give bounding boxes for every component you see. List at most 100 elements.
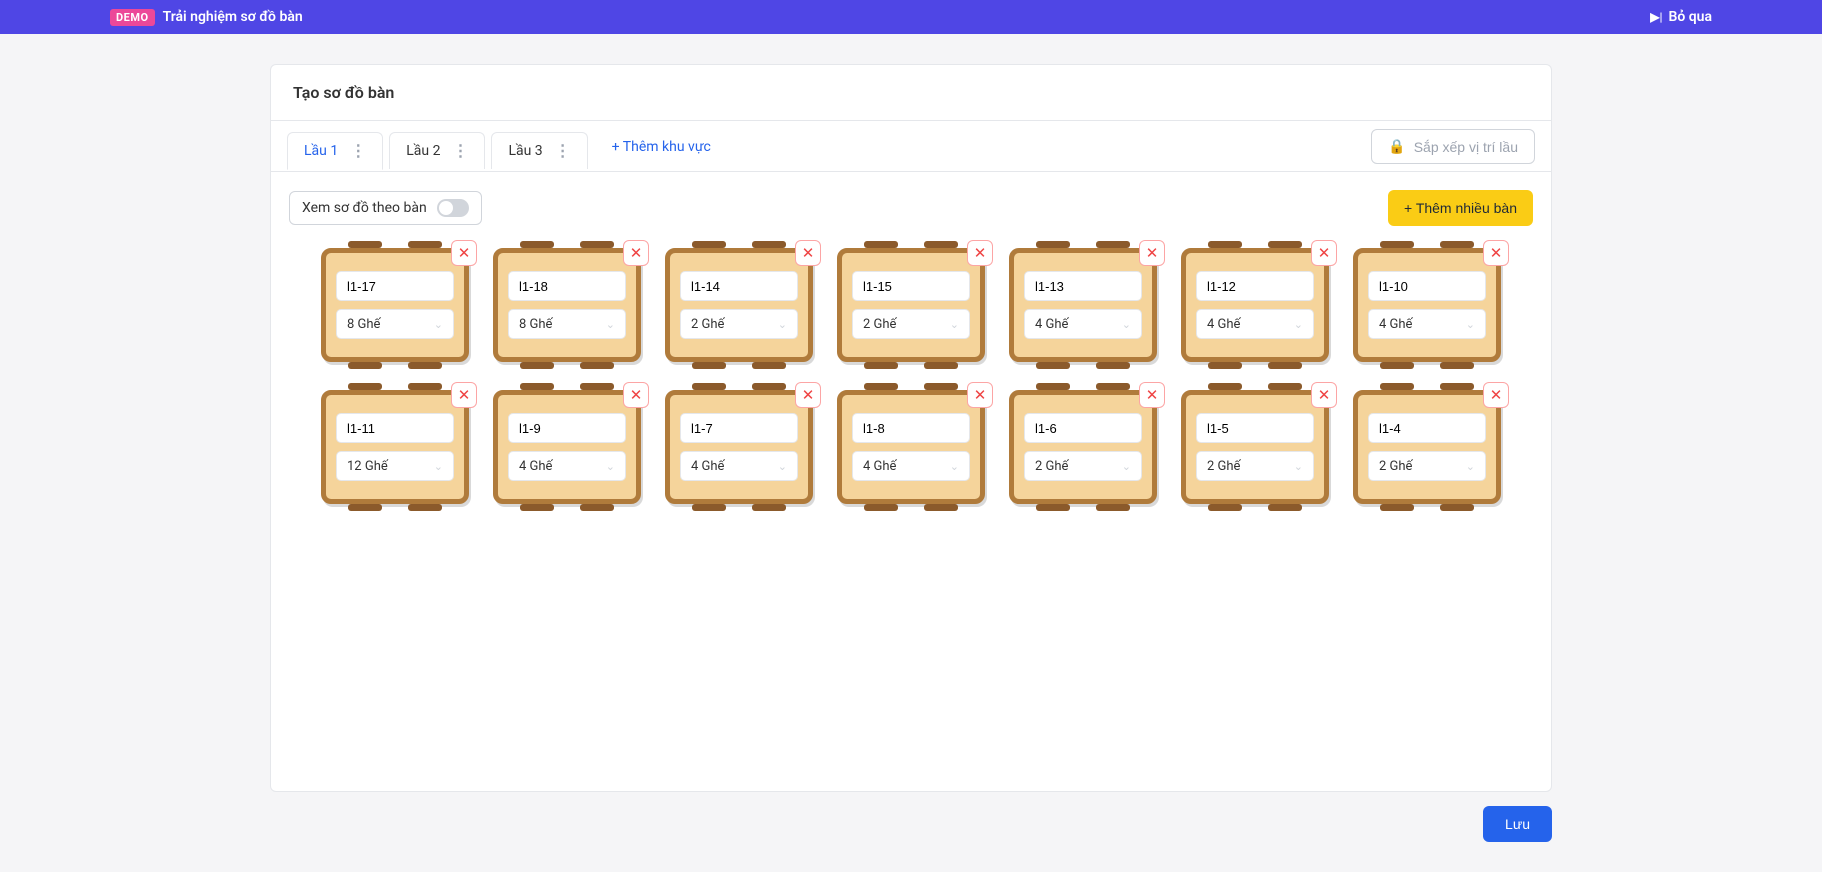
close-icon: ✕ [630,244,643,262]
chair-icon [1380,241,1414,248]
delete-table-button[interactable]: ✕ [1483,382,1509,408]
chevron-down-icon: ⌄ [606,318,615,331]
more-vertical-icon[interactable]: ⋮ [350,143,366,159]
seat-count-select[interactable]: 4 Ghế⌄ [1196,309,1314,339]
table-name-input[interactable] [336,271,454,301]
table-surface: 2 Ghế⌄ [1009,390,1157,504]
seat-count-select[interactable]: 4 Ghế⌄ [852,451,970,481]
table-name-input[interactable] [1196,271,1314,301]
sort-label: Sắp xếp vị trí lầu [1414,139,1518,155]
table-name-input[interactable] [508,413,626,443]
tabs-row: Lầu 1 ⋮ Lầu 2 ⋮ Lầu 3 ⋮ + Thêm khu vực 🔒… [271,121,1551,172]
chair-icon [692,504,726,511]
table-name-input[interactable] [1196,413,1314,443]
view-toggle-label: Xem sơ đồ theo bàn [302,200,427,216]
seat-count-value: 12 Ghế [347,459,388,474]
delete-table-button[interactable]: ✕ [795,382,821,408]
close-icon: ✕ [974,244,987,262]
table-name-input[interactable] [1368,413,1486,443]
chevron-down-icon: ⌄ [434,460,443,473]
delete-table-button[interactable]: ✕ [1311,382,1337,408]
seat-count-select[interactable]: 4 Ghế⌄ [508,451,626,481]
table-surface: 12 Ghế ⌄ [321,390,469,504]
chevron-down-icon: ⌄ [1122,318,1131,331]
table-name-input[interactable] [1024,413,1142,443]
table-surface: 2 Ghế⌄ [665,248,813,362]
chair-icon [752,241,786,248]
seat-count-select[interactable]: 12 Ghế ⌄ [336,451,454,481]
delete-table-button[interactable]: ✕ [1311,240,1337,266]
chair-icon [924,504,958,511]
view-by-table-toggle[interactable]: Xem sơ đồ theo bàn [289,191,482,225]
table-surface: 4 Ghế⌄ [837,390,985,504]
tab-floor-2[interactable]: Lầu 2 ⋮ [389,132,485,169]
table-name-input[interactable] [1024,271,1142,301]
delete-table-button[interactable]: ✕ [1139,240,1165,266]
table-name-input[interactable] [508,271,626,301]
table-card: ✕4 Ghế⌄ [1181,248,1329,362]
chair-icon [348,504,382,511]
table-card: ✕2 Ghế⌄ [837,248,985,362]
chair-icon [1380,504,1414,511]
seat-count-select[interactable]: 8 Ghế⌄ [508,309,626,339]
chair-icon [580,362,614,369]
table-name-input[interactable] [680,413,798,443]
chair-icon [408,383,442,390]
more-vertical-icon[interactable]: ⋮ [555,143,571,159]
add-area-button[interactable]: + Thêm khu vực [594,129,729,165]
chair-icon [752,362,786,369]
delete-table-button[interactable]: ✕ [623,382,649,408]
tab-floor-1[interactable]: Lầu 1 ⋮ [287,132,383,170]
chair-icon [1096,241,1130,248]
chevron-down-icon: ⌄ [1122,460,1131,473]
sort-floors-button[interactable]: 🔒 Sắp xếp vị trí lầu [1371,129,1535,164]
table-card: ✕8 Ghế⌄ [493,248,641,362]
toggle-switch[interactable] [437,199,469,217]
table-name-input[interactable] [1368,271,1486,301]
add-many-tables-button[interactable]: + Thêm nhiều bàn [1388,190,1533,226]
seat-count-select[interactable]: 4 Ghế⌄ [1024,309,1142,339]
chair-icon [520,504,554,511]
chair-icon [752,383,786,390]
delete-table-button[interactable]: ✕ [1139,382,1165,408]
delete-table-button[interactable]: ✕ [1483,240,1509,266]
table-name-input[interactable] [336,413,454,443]
delete-table-button[interactable]: ✕ [967,240,993,266]
more-vertical-icon[interactable]: ⋮ [452,143,468,159]
chevron-down-icon: ⌄ [1466,460,1475,473]
delete-table-button[interactable]: ✕ [451,382,477,408]
delete-table-button[interactable]: ✕ [795,240,821,266]
chair-icon [1440,241,1474,248]
table-name-input[interactable] [852,413,970,443]
seat-count-select[interactable]: 4 Ghế⌄ [680,451,798,481]
close-icon: ✕ [1146,244,1159,262]
chair-icon [692,383,726,390]
skip-button[interactable]: ▶| Bỏ qua [1650,9,1712,25]
seat-count-select[interactable]: 2 Ghế⌄ [1024,451,1142,481]
seat-count-select[interactable]: 2 Ghế⌄ [680,309,798,339]
save-button[interactable]: Lưu [1483,806,1552,842]
table-name-input[interactable] [680,271,798,301]
seat-count-select[interactable]: 8 Ghế⌄ [336,309,454,339]
table-surface: 4 Ghế⌄ [1353,248,1501,362]
seat-count-select[interactable]: 2 Ghế⌄ [852,309,970,339]
chair-icon [864,383,898,390]
seat-count-select[interactable]: 2 Ghế⌄ [1368,451,1486,481]
close-icon: ✕ [1490,244,1503,262]
delete-table-button[interactable]: ✕ [967,382,993,408]
chevron-down-icon: ⌄ [1466,318,1475,331]
chair-icon [924,241,958,248]
table-name-input[interactable] [852,271,970,301]
table-surface: 4 Ghế⌄ [1009,248,1157,362]
seat-count-select[interactable]: 4 Ghế⌄ [1368,309,1486,339]
seat-count-value: 4 Ghế [691,459,724,474]
seat-count-value: 2 Ghế [863,317,896,332]
chevron-down-icon: ⌄ [1294,460,1303,473]
delete-table-button[interactable]: ✕ [623,240,649,266]
delete-table-button[interactable]: ✕ [451,240,477,266]
tab-floor-3[interactable]: Lầu 3 ⋮ [491,132,587,169]
chair-icon [1440,504,1474,511]
skip-label: Bỏ qua [1668,9,1712,25]
seat-count-select[interactable]: 2 Ghế⌄ [1196,451,1314,481]
seat-count-value: 4 Ghế [1207,317,1240,332]
